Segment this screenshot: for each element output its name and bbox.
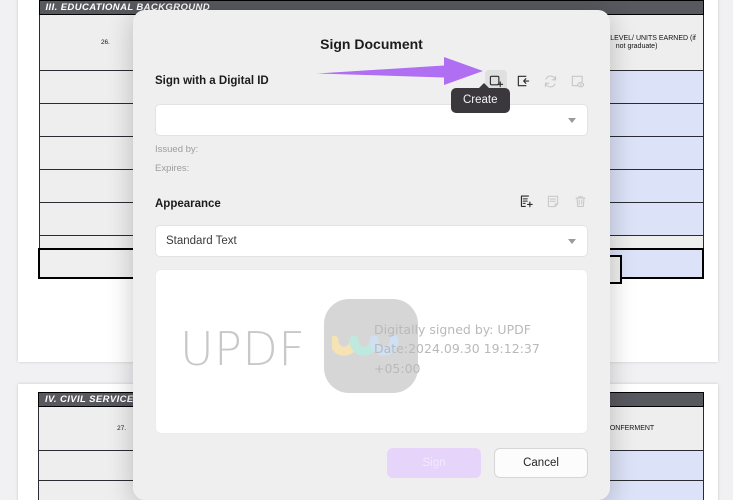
digital-id-caption: Sign with a Digital ID bbox=[155, 75, 269, 87]
digital-id-row: Sign with a Digital ID bbox=[155, 68, 588, 94]
sign-button: Sign bbox=[387, 448, 481, 478]
view-digital-id-icon bbox=[566, 70, 588, 92]
signature-line-2: Date:2024.09.30 19:12:37 bbox=[374, 341, 540, 357]
dialog-actions: Sign Cancel bbox=[387, 448, 588, 478]
chevron-down-icon bbox=[568, 239, 576, 244]
signature-line-1: Digitally signed by: UPDF bbox=[374, 322, 531, 337]
appearance-toolbar bbox=[519, 194, 588, 214]
updf-watermark-text: UPDF bbox=[180, 322, 306, 376]
screen: III. EDUCATIONAL BACKGROUND 26. LEVEL F … bbox=[0, 0, 733, 500]
edit-appearance-icon bbox=[546, 194, 561, 214]
expires-label: Expires: bbox=[155, 163, 190, 174]
signature-preview: UPDF Digitally signed by: UPDF Date:2024… bbox=[155, 269, 588, 434]
signature-line-3: +05:00 bbox=[374, 360, 421, 376]
signature-text-block: Digitally signed by: UPDF Date:2024.09.3… bbox=[374, 320, 540, 378]
appearance-selected-value: Standard Text bbox=[166, 235, 237, 247]
import-digital-id-icon[interactable] bbox=[512, 70, 534, 92]
cancel-button[interactable]: Cancel bbox=[494, 448, 588, 478]
sign-document-dialog: Sign Document Sign with a Digital ID Iss… bbox=[133, 10, 610, 500]
create-tooltip: Create bbox=[451, 83, 510, 113]
appearance-caption: Appearance bbox=[155, 198, 221, 210]
delete-appearance-icon bbox=[573, 194, 588, 214]
issued-by-label: Issued by: bbox=[155, 144, 199, 155]
appearance-row: Appearance bbox=[155, 193, 588, 215]
digital-id-select[interactable] bbox=[155, 104, 588, 136]
chevron-down-icon bbox=[568, 118, 576, 123]
appearance-select[interactable]: Standard Text bbox=[155, 225, 588, 257]
add-appearance-icon[interactable] bbox=[519, 194, 534, 214]
refresh-digital-id-icon bbox=[539, 70, 561, 92]
dialog-title: Sign Document bbox=[320, 36, 423, 52]
